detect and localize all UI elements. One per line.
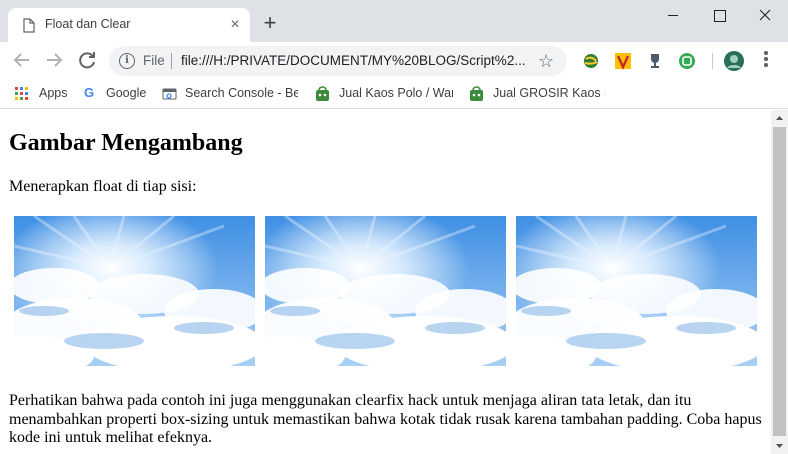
floated-image-1 [14, 216, 255, 366]
globe-extension-icon[interactable] [582, 52, 600, 70]
sky-image [265, 216, 506, 366]
vertical-scrollbar[interactable] [771, 110, 788, 454]
back-arrow-icon [13, 53, 29, 67]
floated-image-3 [516, 216, 757, 366]
document-icon [23, 18, 35, 33]
bookmark-apps[interactable]: Apps [15, 85, 75, 103]
title-bar: Float dan Clear × + [0, 0, 788, 42]
sky-image [14, 216, 255, 366]
maximize-button[interactable] [696, 0, 742, 30]
page-title: Gambar Mengambang [9, 130, 243, 156]
tab-title: Float dan Clear [45, 17, 131, 31]
google-icon: G [84, 85, 95, 100]
back-button[interactable] [10, 48, 34, 72]
search-console-icon [162, 88, 177, 100]
scroll-down-arrow-icon[interactable] [771, 437, 788, 454]
bookmark-star-icon[interactable]: ☆ [538, 51, 554, 71]
bookmark-label: Google [106, 86, 147, 100]
sky-image [516, 216, 757, 366]
green-extension-icon[interactable] [678, 52, 696, 70]
scroll-up-arrow-icon[interactable] [771, 110, 788, 127]
address-bar[interactable]: i File file:///H:/PRIVATE/DOCUMENT/MY%20… [109, 46, 567, 76]
url-text[interactable]: file:///H:/PRIVATE/DOCUMENT/MY%20BLOG/Sc… [181, 53, 526, 68]
close-icon [759, 9, 771, 21]
v-extension-icon[interactable] [614, 52, 632, 70]
profile-avatar-icon[interactable] [724, 51, 744, 71]
forward-arrow-icon [47, 53, 63, 67]
bookmark-label: Search Console - Ber [185, 86, 298, 100]
bookmark-label: Jual Kaos Polo / Wang [339, 86, 453, 100]
browser-toolbar: i File file:///H:/PRIVATE/DOCUMENT/MY%20… [0, 42, 788, 79]
reload-button[interactable] [75, 48, 99, 72]
close-window-button[interactable] [742, 0, 788, 30]
shop-bag-icon [316, 86, 329, 101]
bookmark-jual-kaos-polo[interactable]: Jual Kaos Polo / Wang [315, 85, 453, 103]
reload-icon [79, 52, 95, 69]
minimize-button[interactable] [650, 0, 696, 30]
tab-active[interactable]: Float dan Clear × [8, 8, 250, 42]
bookmark-jual-grosir[interactable]: Jual GROSIR Kaos 3D [469, 85, 605, 103]
trophy-extension-icon[interactable] [646, 52, 664, 70]
bookmark-label: Jual GROSIR Kaos 3D [493, 86, 605, 100]
shop-bag-icon [470, 86, 483, 101]
explanation-text: Perhatikan bahwa pada contoh ini juga me… [9, 392, 762, 446]
bookmarks-bar: Apps G Google Search Console - Ber Jual … [0, 79, 788, 109]
apps-grid-icon [15, 87, 28, 100]
address-divider [171, 53, 172, 69]
floated-image-2 [265, 216, 506, 366]
intro-text: Menerapkan float di tiap sisi: [9, 178, 197, 195]
bookmark-search-console[interactable]: Search Console - Ber [162, 85, 298, 103]
toolbar-divider [712, 53, 713, 69]
info-icon[interactable]: i [119, 53, 135, 69]
bookmark-google[interactable]: G Google [84, 85, 154, 103]
new-tab-button[interactable]: + [259, 12, 281, 34]
page-viewport: Gambar Mengambang Menerapkan float di ti… [0, 110, 771, 454]
scroll-thumb[interactable] [773, 127, 786, 436]
bookmark-label: Apps [39, 86, 68, 100]
tab-close-icon[interactable]: × [226, 16, 244, 34]
url-scheme: File [143, 53, 165, 68]
forward-button[interactable] [42, 48, 66, 72]
browser-menu-icon[interactable] [760, 51, 772, 71]
